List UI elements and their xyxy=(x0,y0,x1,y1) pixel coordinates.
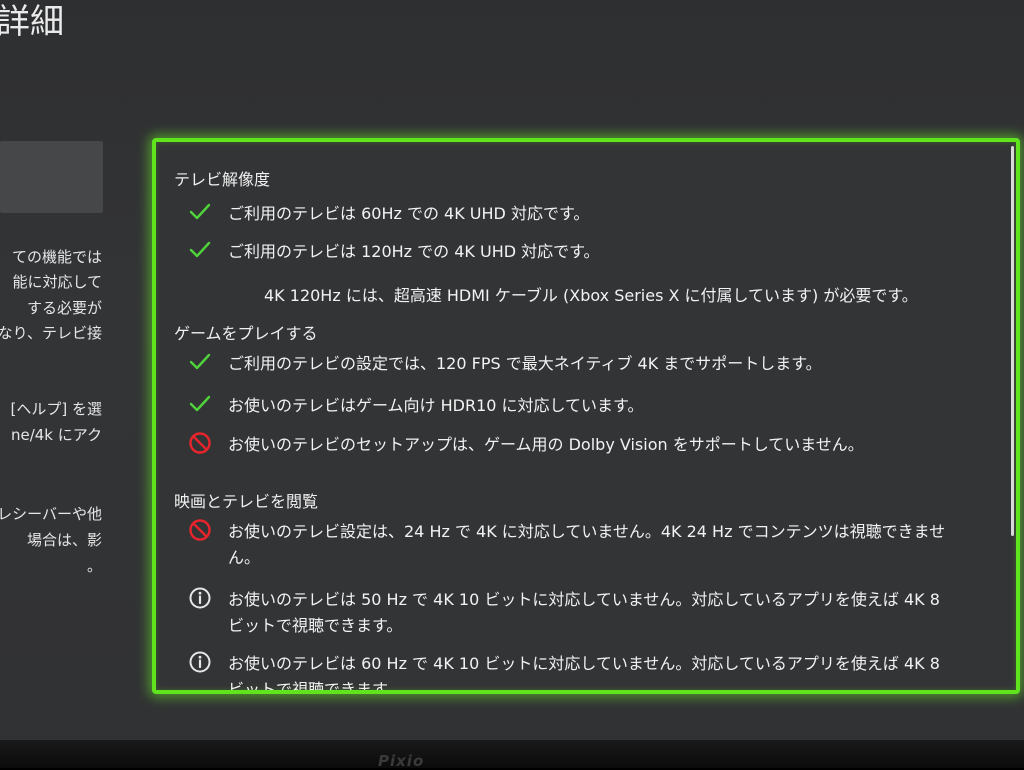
left-text-line: なり、テレビ接 xyxy=(0,324,102,342)
item-text: お使いのテレビのセットアップは、ゲーム用の Dolby Vision をサポート… xyxy=(228,435,864,454)
left-text-line: ての機能では xyxy=(11,248,102,266)
left-text-line: ne/4k にアク xyxy=(10,426,102,444)
page-title: 詳細 xyxy=(0,2,64,42)
hdmi-cable-note: 4K 120Hz には、超高速 HDMI ケーブル (Xbox Series X… xyxy=(264,286,918,305)
info-icon xyxy=(189,587,211,609)
item-text: ご利用のテレビの設定では、120 FPS で最大ネイティブ 4K までサポートし… xyxy=(228,354,822,373)
section-title-movies-tv: 映画とテレビを閲覧 xyxy=(174,492,319,511)
left-text-line: 場合は、影 xyxy=(26,531,102,549)
left-text-line: [ヘルプ] を選 xyxy=(10,400,102,418)
section-title-tv-resolution: テレビ解像度 xyxy=(174,170,271,189)
tv-details-panel[interactable]: テレビ解像度 ご利用のテレビは 60Hz での 4K UHD 対応です。 ご利用… xyxy=(152,138,1020,694)
left-text-line: 能に対応して xyxy=(12,273,102,291)
monitor-bezel: Pixio xyxy=(0,740,1024,770)
monitor-brand-logo: Pixio xyxy=(378,752,425,770)
item-text: お使いのテレビ設定は、24 Hz で 4K に対応していません。4K 24 Hz… xyxy=(228,522,946,567)
check-icon xyxy=(189,395,211,412)
left-menu-selected-item[interactable] xyxy=(0,141,103,213)
blocked-icon xyxy=(189,432,211,454)
info-icon xyxy=(189,651,211,673)
left-text-line: する必要が xyxy=(26,299,102,317)
check-icon xyxy=(189,353,211,370)
left-text-line: 。 xyxy=(86,557,102,575)
item-text: お使いのテレビは 60 Hz で 4K 10 ビットに対応していません。対応して… xyxy=(228,654,940,694)
section-title-gaming: ゲームをプレイする xyxy=(174,324,318,343)
item-text: お使いのテレビは 50 Hz で 4K 10 ビットに対応していません。対応して… xyxy=(228,590,940,635)
item-text: ご利用のテレビは 120Hz での 4K UHD 対応です。 xyxy=(228,242,600,261)
check-icon xyxy=(189,241,211,258)
tv-screen: 詳細 ての機能では 能に対応して する必要が なり、テレビ接 [ヘルプ] を選 … xyxy=(0,0,1024,740)
item-text: ご利用のテレビは 60Hz での 4K UHD 対応です。 xyxy=(228,204,590,223)
item-text: お使いのテレビはゲーム向け HDR10 に対応しています。 xyxy=(228,396,644,415)
left-text-line: レシーバーや他 xyxy=(0,505,102,523)
check-icon xyxy=(189,203,211,220)
blocked-icon xyxy=(189,519,211,541)
scrollbar[interactable] xyxy=(1011,146,1014,536)
